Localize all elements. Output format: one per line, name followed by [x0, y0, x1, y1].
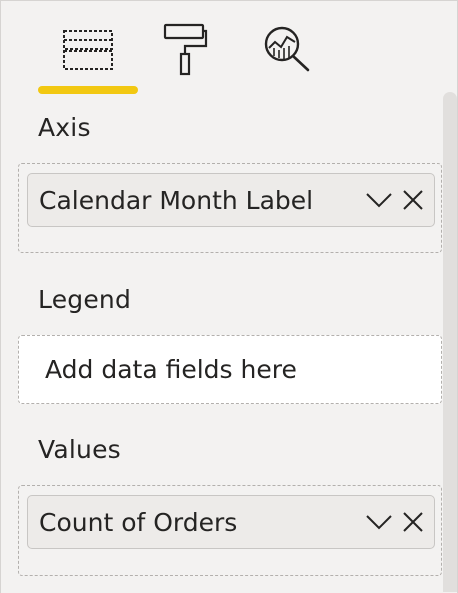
axis-field-remove[interactable]: [398, 185, 428, 215]
pane-tabs: [0, 0, 458, 100]
values-well[interactable]: Count of Orders: [18, 485, 442, 576]
values-field-pill[interactable]: Count of Orders: [27, 495, 435, 549]
axis-well[interactable]: Calendar Month Label: [18, 163, 442, 253]
axis-field-pill[interactable]: Calendar Month Label: [27, 173, 435, 227]
active-tab-indicator: [38, 86, 138, 94]
close-icon: [403, 190, 423, 210]
close-icon: [403, 512, 423, 532]
axis-field-dropdown[interactable]: [364, 185, 394, 215]
axis-label: Axis: [38, 113, 91, 142]
scrollbar[interactable]: [443, 92, 457, 592]
tab-format[interactable]: [155, 20, 215, 80]
legend-well[interactable]: Add data fields here: [18, 335, 442, 404]
values-field-remove[interactable]: [398, 507, 428, 537]
tab-analytics[interactable]: [258, 20, 318, 80]
axis-field-label: Calendar Month Label: [39, 185, 314, 215]
values-label: Values: [38, 435, 121, 464]
legend-placeholder: Add data fields here: [45, 355, 297, 384]
chevron-down-icon: [366, 515, 392, 530]
paint-roller-icon: [163, 23, 208, 76]
analytics-magnifier-icon: [264, 26, 310, 72]
tab-fields[interactable]: [30, 20, 146, 80]
chevron-down-icon: [366, 193, 392, 208]
legend-label: Legend: [38, 285, 132, 314]
fields-icon: [63, 30, 113, 70]
values-field-label: Count of Orders: [39, 507, 238, 537]
values-field-dropdown[interactable]: [364, 507, 394, 537]
